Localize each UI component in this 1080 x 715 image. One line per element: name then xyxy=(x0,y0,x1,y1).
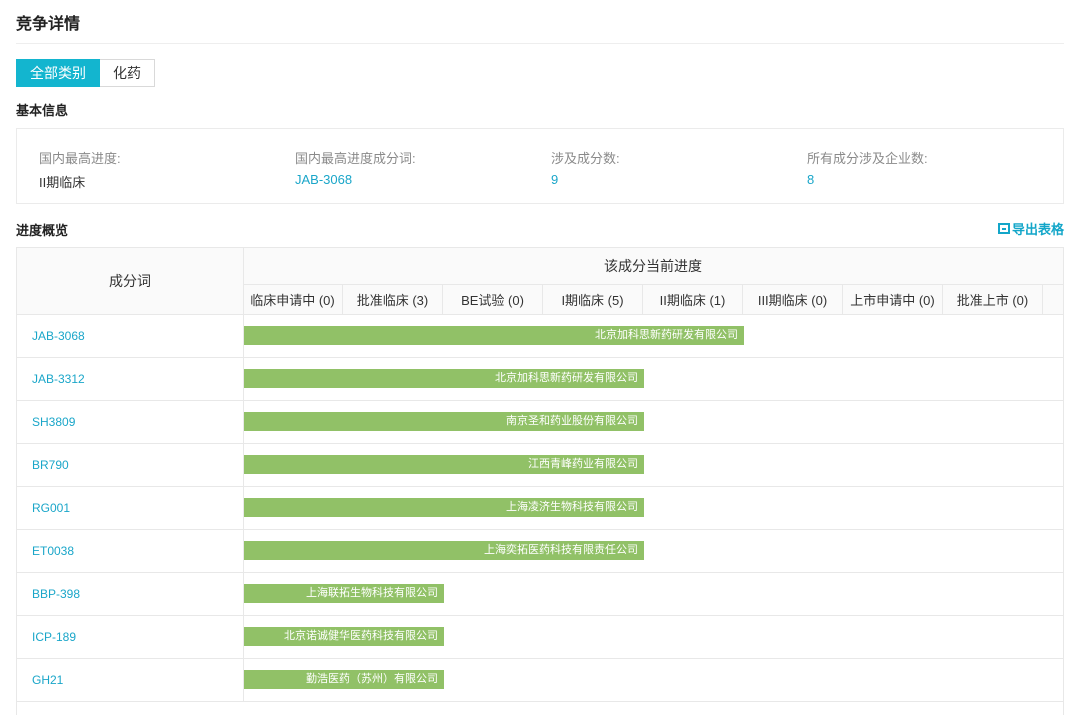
stage-header: II期临床 (1) xyxy=(643,285,743,314)
ingredient-link[interactable]: ICP-189 xyxy=(32,616,76,658)
info-value-link[interactable]: 9 xyxy=(551,172,620,187)
info-label: 所有成分涉及企业数: xyxy=(807,151,928,166)
table-row: JAB-3312 北京加科思新药研发有限公司 xyxy=(17,358,1063,401)
progress-bar[interactable]: 北京加科思新药研发有限公司 xyxy=(244,326,744,345)
ingredient-link[interactable]: JAB-3312 xyxy=(32,358,85,400)
page-title: 竞争详情 xyxy=(16,16,81,33)
stage-header: 批准上市 (0) xyxy=(943,285,1043,314)
table-row: BR790 江西青峰药业有限公司 xyxy=(17,444,1063,487)
table-row: BBP-398 上海联拓生物科技有限公司 xyxy=(17,573,1063,616)
tab-all-categories[interactable]: 全部类别 xyxy=(16,59,100,87)
export-table-button[interactable]: 导出表格 xyxy=(997,219,1064,238)
info-ingredient-count: 涉及成分数: 9 xyxy=(551,148,620,187)
export-icon xyxy=(997,223,1010,234)
progress-bar[interactable]: 江西青峰药业有限公司 xyxy=(244,455,644,474)
stage-header: I期临床 (5) xyxy=(543,285,643,314)
table-row: JAB-3068 北京加科思新药研发有限公司 xyxy=(17,315,1063,358)
stage-header: BE试验 (0) xyxy=(443,285,543,314)
ingredient-link[interactable]: BR790 xyxy=(32,444,69,486)
ingredient-link[interactable]: JAB-3068 xyxy=(32,315,85,357)
info-label: 国内最高进度: xyxy=(39,151,121,166)
progress-overview-title: 进度概览 xyxy=(16,223,69,238)
stage-header: 批准临床 (3) xyxy=(343,285,443,314)
table-row: ET0038 上海奕拓医药科技有限责任公司 xyxy=(17,530,1063,573)
stage-header: III期临床 (0) xyxy=(743,285,843,314)
progress-bar[interactable]: 南京圣和药业股份有限公司 xyxy=(244,412,644,431)
info-value-link[interactable]: JAB-3068 xyxy=(295,172,416,187)
progress-table: 成分词 该成分当前进度 临床申请中 (0) 批准临床 (3) BE试验 (0) I期临… xyxy=(16,247,1064,715)
tab-chemical-drugs[interactable]: 化药 xyxy=(100,59,155,87)
stage-header: 已 xyxy=(1043,285,1063,314)
table-header: 成分词 该成分当前进度 临床申请中 (0) 批准临床 (3) BE试验 (0) I期临… xyxy=(17,248,1063,315)
table-row: ICP-189 北京诺诚健华医药科技有限公司 xyxy=(17,616,1063,659)
table-row: RG001 上海凌济生物科技有限公司 xyxy=(17,487,1063,530)
ingredient-link[interactable]: GH21 xyxy=(32,659,63,701)
title-divider xyxy=(16,43,1064,44)
stage-header: 临床申请中 (0) xyxy=(243,285,343,314)
info-label: 涉及成分数: xyxy=(551,151,620,166)
stage-header: 上市申请中 (0) xyxy=(843,285,943,314)
progress-bar[interactable]: 勤浩医药（苏州）有限公司 xyxy=(244,670,444,689)
progress-bar[interactable]: 北京诺诚健华医药科技有限公司 xyxy=(244,627,444,646)
info-value: II期临床 xyxy=(39,175,86,190)
info-highest-progress: 国内最高进度: II期临床 xyxy=(39,148,121,191)
table-row: SH3809 南京圣和药业股份有限公司 xyxy=(17,401,1063,444)
info-highest-progress-ingredient: 国内最高进度成分词: JAB-3068 xyxy=(295,148,416,187)
progress-bar[interactable]: 北京加科思新药研发有限公司 xyxy=(244,369,644,388)
current-progress-header: 该成分当前进度 xyxy=(243,248,1063,285)
ingredient-link[interactable]: RG001 xyxy=(32,487,70,529)
category-tabs: 全部类别 化药 xyxy=(16,59,155,87)
ingredient-link[interactable]: SH3809 xyxy=(32,401,75,443)
progress-bar[interactable]: 上海凌济生物科技有限公司 xyxy=(244,498,644,517)
info-company-count: 所有成分涉及企业数: 8 xyxy=(807,148,928,187)
ingredient-column-header: 成分词 xyxy=(17,248,244,314)
ingredient-link[interactable]: ET0038 xyxy=(32,530,74,572)
export-label: 导出表格 xyxy=(1011,222,1064,237)
basic-info-panel: 国内最高进度: II期临床 国内最高进度成分词: JAB-3068 涉及成分数:… xyxy=(16,128,1064,204)
ingredient-link[interactable]: BBP-398 xyxy=(32,573,80,615)
info-label: 国内最高进度成分词: xyxy=(295,151,416,166)
basic-info-title: 基本信息 xyxy=(16,103,69,118)
progress-bar[interactable]: 上海联拓生物科技有限公司 xyxy=(244,584,444,603)
info-value-link[interactable]: 8 xyxy=(807,172,928,187)
table-row: GH21 勤浩医药（苏州）有限公司 xyxy=(17,659,1063,702)
progress-bar[interactable]: 上海奕拓医药科技有限责任公司 xyxy=(244,541,644,560)
